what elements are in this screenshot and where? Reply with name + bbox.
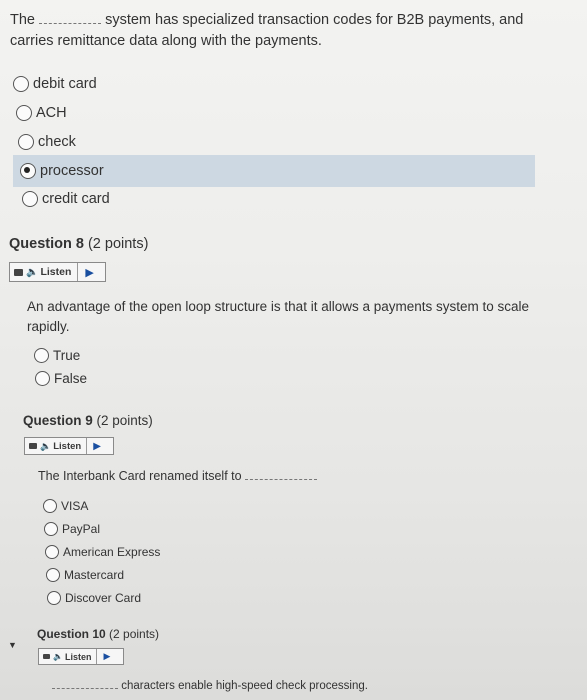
menu-icon xyxy=(29,443,37,449)
listen-divider xyxy=(96,649,98,664)
q8-heading: Question 8 (2 points) xyxy=(9,236,149,252)
q7-text-line2: carries remittance data along with the p… xyxy=(10,33,322,49)
q8-prompt: An advantage of the open loop structure … xyxy=(27,299,530,334)
radio-button-icon[interactable] xyxy=(43,499,57,513)
q9-option-american-express[interactable]: American Express xyxy=(45,545,160,559)
q7-text-post: system has specialized transaction codes… xyxy=(105,12,524,28)
radio-button-icon[interactable] xyxy=(13,76,29,92)
q7-option-debit-card[interactable]: debit card xyxy=(13,76,97,92)
radio-button-icon[interactable] xyxy=(16,105,32,121)
radio-button-icon[interactable] xyxy=(45,545,59,559)
q7-option-credit-card[interactable]: credit card xyxy=(22,191,110,207)
q9-option-mastercard[interactable]: Mastercard xyxy=(46,568,124,582)
q7-option-check[interactable]: check xyxy=(18,134,76,150)
q8-option-true[interactable]: True xyxy=(34,348,80,363)
q8-option-false[interactable]: False xyxy=(35,371,87,386)
q9-listen-button[interactable]: 🔈 Listen ▶ xyxy=(24,437,114,455)
chevron-down-icon[interactable]: ▼ xyxy=(8,640,17,650)
q10-blank xyxy=(52,680,118,689)
listen-divider xyxy=(77,263,79,281)
q9-blank xyxy=(245,470,318,480)
q9-heading: Question 9 (2 points) xyxy=(23,413,153,428)
q9-prompt: The Interbank Card renamed itself to xyxy=(38,466,318,487)
speaker-icon: 🔈 xyxy=(26,266,39,278)
radio-button-icon[interactable] xyxy=(35,371,50,386)
play-icon[interactable]: ▶ xyxy=(93,441,101,452)
listen-divider xyxy=(86,438,88,454)
q7-text-pre: The xyxy=(10,12,35,28)
q7-option-processor[interactable]: processor xyxy=(20,163,104,179)
play-icon[interactable]: ▶ xyxy=(103,651,110,662)
radio-button-icon[interactable] xyxy=(47,591,61,605)
q9-option-paypal[interactable]: PayPal xyxy=(44,522,100,536)
radio-button-selected-icon[interactable] xyxy=(20,163,36,179)
menu-icon xyxy=(43,654,50,659)
q8-listen-button[interactable]: 🔈 Listen ▶ xyxy=(9,262,106,282)
play-icon[interactable]: ▶ xyxy=(85,266,93,279)
radio-button-icon[interactable] xyxy=(22,191,38,207)
q7-blank xyxy=(39,12,102,24)
q10-prompt: characters enable high-speed check proce… xyxy=(52,676,368,697)
q10-heading: Question 10 (2 points) xyxy=(37,627,160,641)
radio-button-icon[interactable] xyxy=(44,522,58,536)
menu-icon xyxy=(14,268,23,276)
q10-listen-button[interactable]: 🔈 Listen ▶ xyxy=(38,648,124,665)
radio-button-icon[interactable] xyxy=(18,134,34,150)
radio-button-icon[interactable] xyxy=(34,348,49,363)
speaker-icon: 🔈 xyxy=(53,652,63,661)
q9-option-discover-card[interactable]: Discover Card xyxy=(47,591,141,605)
radio-button-icon[interactable] xyxy=(46,568,60,582)
q7-prompt: The system has specialized transaction c… xyxy=(10,10,570,52)
speaker-icon: 🔈 xyxy=(40,440,52,451)
q7-option-ach[interactable]: ACH xyxy=(16,105,67,121)
q9-option-visa[interactable]: VISA xyxy=(43,499,88,513)
